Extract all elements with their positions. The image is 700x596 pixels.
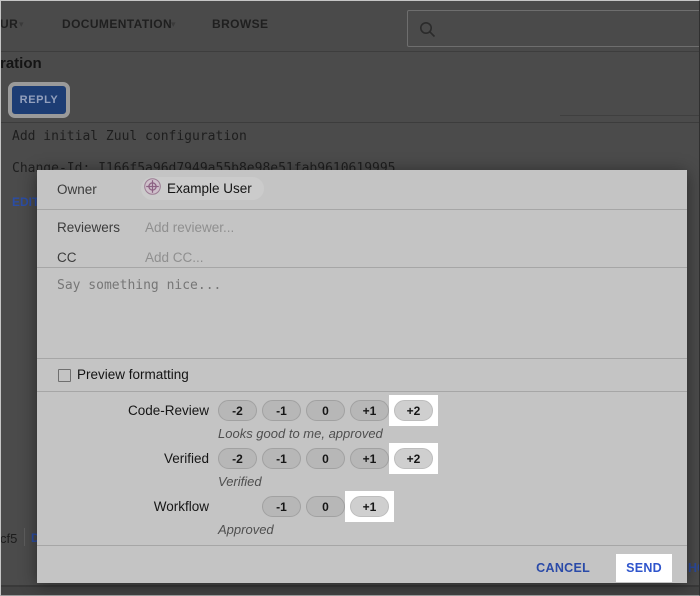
vote-button-selected[interactable]: +2: [394, 448, 433, 469]
preview-formatting-checkbox[interactable]: [58, 369, 71, 382]
avatar-identicon: [144, 178, 161, 200]
edit-link[interactable]: EDIT: [12, 195, 39, 209]
commit-hash-partial: cf5: [0, 531, 17, 546]
top-navbar: UR ▾ DOCUMENTATION ▾ BROWSE: [0, 0, 700, 52]
divider: [560, 115, 700, 116]
search-icon: [419, 21, 436, 43]
divider: [37, 358, 687, 359]
vote-button[interactable]: -2: [218, 448, 257, 469]
cancel-button[interactable]: CANCEL: [536, 561, 590, 575]
add-reviewer-input[interactable]: Add reviewer...: [145, 220, 234, 235]
preview-formatting-label: Preview formatting: [77, 367, 189, 382]
vote-button-group: -2 -1 0 +1 +2: [218, 448, 433, 469]
vote-button-group: -2 -1 0 +1 +2: [218, 400, 433, 421]
score-label: Verified: [37, 451, 209, 466]
highlight-box: +1: [345, 491, 394, 522]
owner-label: Owner: [57, 182, 97, 197]
gerrit-reply-screen: UR ▾ DOCUMENTATION ▾ BROWSE ration REPLY…: [0, 0, 700, 596]
search-input[interactable]: [440, 12, 695, 45]
vote-button[interactable]: +1: [350, 448, 389, 469]
caret-down-icon: ▾: [19, 19, 24, 30]
page-bottom-strip: [0, 585, 700, 596]
caret-down-icon: ▾: [171, 19, 176, 30]
vote-button-group: -1 0 +1: [262, 496, 389, 517]
reply-button[interactable]: REPLY: [12, 86, 66, 114]
vote-button[interactable]: -1: [262, 448, 301, 469]
cc-label: CC: [57, 250, 77, 265]
nav-menu-documentation[interactable]: DOCUMENTATION: [62, 17, 172, 31]
reply-message-textarea[interactable]: [51, 270, 673, 354]
page-title-partial: ration: [0, 55, 42, 72]
nav-menu-partial[interactable]: UR: [0, 17, 18, 31]
owner-name: Example User: [167, 181, 252, 196]
divider: [37, 267, 687, 268]
highlight-box: +2: [389, 395, 438, 426]
nav-menu-browse[interactable]: BROWSE: [212, 17, 268, 31]
reply-dialog: Owner Example User Reviewers Add reviewe…: [37, 170, 687, 583]
score-description: Verified: [218, 474, 262, 489]
vote-button[interactable]: -2: [218, 400, 257, 421]
vote-button-selected[interactable]: +2: [394, 400, 433, 421]
score-description: Approved: [218, 522, 274, 537]
vote-button[interactable]: +1: [350, 400, 389, 421]
vote-button[interactable]: 0: [306, 400, 345, 421]
vote-button[interactable]: 0: [306, 496, 345, 517]
score-label: Code-Review: [37, 403, 209, 418]
vote-button[interactable]: 0: [306, 448, 345, 469]
score-row-workflow: Workflow -1 0 +1 Approved: [37, 496, 687, 546]
divider: [0, 122, 700, 123]
reviewers-label: Reviewers: [57, 220, 120, 235]
divider: [37, 545, 687, 546]
score-label: Workflow: [37, 499, 209, 514]
search-box: [407, 10, 700, 47]
highlight-box: +2: [389, 443, 438, 474]
vote-button-selected[interactable]: +1: [350, 496, 389, 517]
vote-button[interactable]: -1: [262, 496, 301, 517]
divider: [24, 528, 25, 546]
send-button[interactable]: SEND: [626, 561, 662, 575]
add-cc-input[interactable]: Add CC...: [145, 250, 204, 265]
background-link-partial[interactable]: HO: [688, 561, 700, 575]
divider: [37, 391, 687, 392]
score-description: Looks good to me, approved: [218, 426, 383, 441]
dialog-footer: CANCEL SEND: [536, 556, 672, 580]
highlight-box: SEND: [616, 554, 672, 582]
commit-subject: Add initial Zuul configuration: [12, 129, 247, 144]
score-row-code-review: Code-Review -2 -1 0 +1 +2 Looks good to …: [37, 400, 687, 450]
owner-chip[interactable]: Example User: [141, 177, 264, 200]
vote-button[interactable]: -1: [262, 400, 301, 421]
divider: [37, 209, 687, 210]
